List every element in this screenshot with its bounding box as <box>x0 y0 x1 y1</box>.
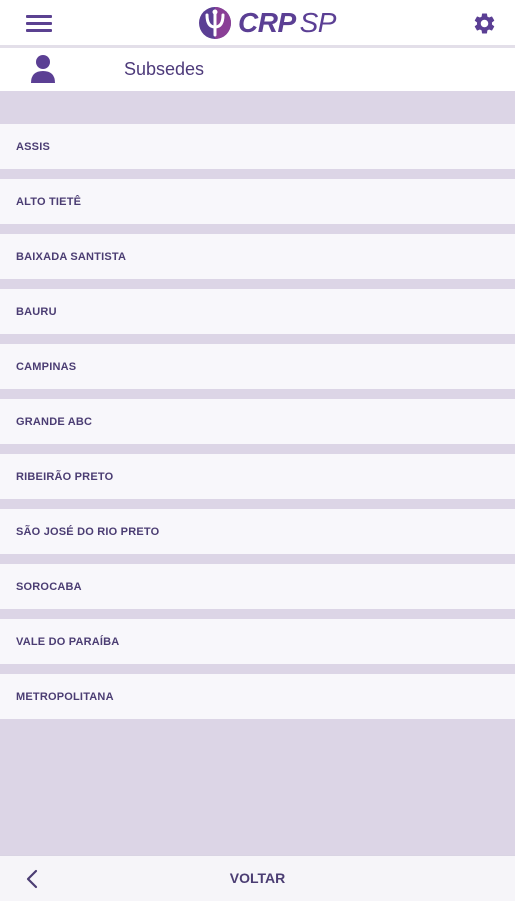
list-item-label: METROPOLITANA <box>16 690 114 703</box>
top-app-bar: CRP SP <box>0 0 515 48</box>
list-item-vale-do-paraiba[interactable]: VALE DO PARAÍBA <box>0 619 515 664</box>
list-item-metropolitana[interactable]: METROPOLITANA <box>0 674 515 719</box>
back-button[interactable]: VOLTAR <box>0 856 515 901</box>
list-item-ribeirao-preto[interactable]: RIBEIRÃO PRETO <box>0 454 515 499</box>
list-item-label: RIBEIRÃO PRETO <box>16 470 114 483</box>
list-item-label: VALE DO PARAÍBA <box>16 635 120 648</box>
bottom-bar: VOLTAR <box>0 855 515 901</box>
subsedes-list: ASSIS ALTO TIETÊ BAIXADA SANTISTA BAURU … <box>0 124 515 729</box>
list-item-grande-abc[interactable]: GRANDE ABC <box>0 399 515 444</box>
list-item-baixada-santista[interactable]: BAIXADA SANTISTA <box>0 234 515 279</box>
list-item-label: GRANDE ABC <box>16 415 93 428</box>
list-item-label: BAIXADA SANTISTA <box>16 250 127 263</box>
gear-icon[interactable] <box>472 11 497 36</box>
page-title: Subsedes <box>124 59 205 79</box>
crp-sp-logo: CRP SP <box>198 4 336 42</box>
list-item-label: SÃO JOSÉ DO RIO PRETO <box>16 525 160 538</box>
logo-brand-text: CRP <box>238 7 296 38</box>
hamburger-menu-icon[interactable] <box>26 15 52 33</box>
list-item-label: SOROCABA <box>16 580 82 593</box>
list-item-bauru[interactable]: BAURU <box>0 289 515 334</box>
list-item-alto-tiete[interactable]: ALTO TIETÊ <box>0 179 515 224</box>
list-item-label: ASSIS <box>16 140 51 153</box>
list-item-label: ALTO TIETÊ <box>16 195 82 208</box>
page-header: Subsedes <box>0 48 515 91</box>
psi-emblem-icon <box>199 7 231 39</box>
list-item-sorocaba[interactable]: SOROCABA <box>0 564 515 609</box>
user-icon <box>31 55 55 83</box>
logo-region-text: SP <box>299 7 337 38</box>
list-item-label: CAMPINAS <box>16 360 77 373</box>
logo-wordmark: CRP SP <box>238 4 336 42</box>
list-item-sao-jose-do-rio-preto[interactable]: SÃO JOSÉ DO RIO PRETO <box>0 509 515 554</box>
list-item-label: BAURU <box>16 305 57 318</box>
list-item-assis[interactable]: ASSIS <box>0 124 515 169</box>
list-item-campinas[interactable]: CAMPINAS <box>0 344 515 389</box>
